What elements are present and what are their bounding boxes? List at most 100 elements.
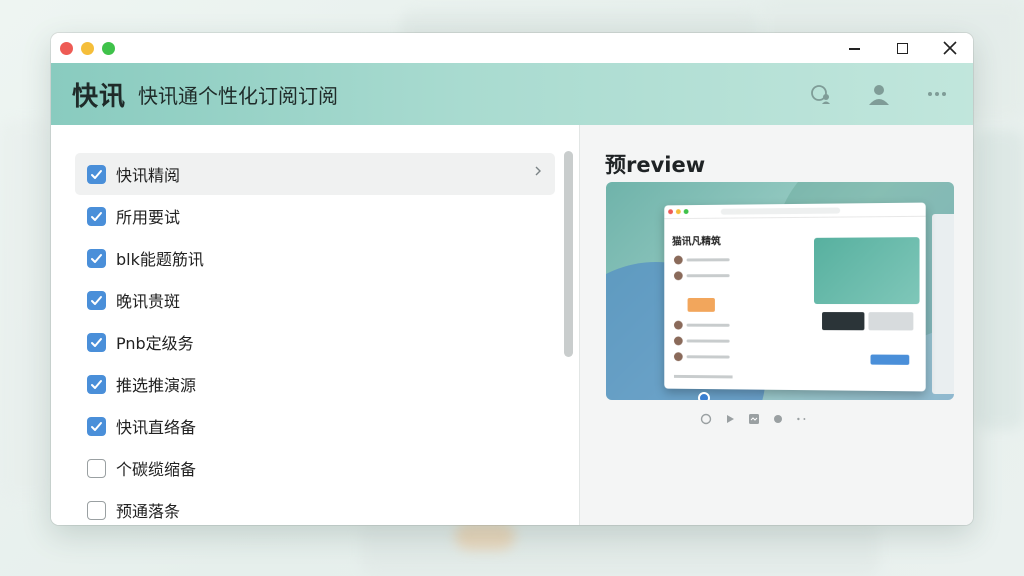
title-bar xyxy=(51,33,973,63)
mini-list-item xyxy=(673,320,733,330)
scrollbar-thumb[interactable] xyxy=(564,151,573,357)
mini-button xyxy=(870,354,910,365)
app-header: 快讯 快讯通个性化订阅订阅 xyxy=(51,63,973,125)
background-blur xyxy=(0,120,52,500)
mini-line xyxy=(673,374,733,379)
subscription-checkbox[interactable] xyxy=(87,206,106,226)
image-button[interactable] xyxy=(748,413,760,425)
image-icon xyxy=(749,414,759,424)
main-content: 快讯精阅所用要试 blk能题筋讯晚讯贵斑 Pnb定级务推选推演源快讯直络备个碳缆缩备… xyxy=(51,125,973,525)
mini-list-item xyxy=(673,335,733,345)
mini-list-item xyxy=(673,254,733,264)
subscription-checkbox[interactable] xyxy=(87,458,106,478)
heart-button[interactable] xyxy=(700,413,712,425)
minimize-button[interactable] xyxy=(843,37,865,59)
mini-card xyxy=(822,312,865,331)
chevron-right-icon xyxy=(533,165,543,181)
mini-dot xyxy=(683,209,689,215)
subscription-label: 快讯精阅 xyxy=(116,166,181,185)
subscription-row[interactable]: 个碳缆缩备 xyxy=(75,447,555,489)
user-button[interactable] xyxy=(867,82,891,106)
play-button[interactable] xyxy=(724,413,736,425)
subscription-checkbox[interactable] xyxy=(87,290,106,310)
subscription-row[interactable]: Pnb定级务 xyxy=(75,321,555,363)
mini-list-item xyxy=(673,351,733,361)
subscription-label: blk能题筋讯 xyxy=(116,250,204,269)
mini-line xyxy=(686,323,730,327)
subscription-list: 快讯精阅所用要试 blk能题筋讯晚讯贵斑 Pnb定级务推选推演源快讯直络备个碳缆缩备… xyxy=(75,153,555,525)
more-icon xyxy=(928,92,946,96)
subscription-label: 推选推演源 xyxy=(116,376,197,395)
background-blur xyxy=(455,522,515,550)
check-icon xyxy=(91,211,102,221)
subscription-row[interactable]: 推选推演源 xyxy=(75,363,555,405)
pin-icon xyxy=(698,392,710,400)
user-icon xyxy=(869,85,889,105)
mini-line xyxy=(686,338,730,343)
mini-dot xyxy=(668,209,673,215)
window-controls xyxy=(843,33,961,63)
subscription-row[interactable]: blk能题筋讯 xyxy=(75,237,555,279)
comment-button[interactable] xyxy=(772,413,784,425)
subscription-row[interactable]: 快讯精阅 xyxy=(75,153,555,195)
subscription-row[interactable]: 快讯直络备 xyxy=(75,405,555,447)
subscription-label: 快讯直络备 xyxy=(116,418,197,437)
mini-orange-tag xyxy=(687,297,715,312)
more-dots-button[interactable] xyxy=(796,413,808,425)
subscription-row[interactable]: 预通落条 xyxy=(75,489,555,525)
preview-title: 预review xyxy=(605,153,706,177)
subscription-checkbox[interactable] xyxy=(87,500,106,520)
mini-title: 猫讯凡精筑 xyxy=(672,236,721,248)
background-blur xyxy=(975,130,1024,430)
subscription-checkbox[interactable] xyxy=(87,416,106,436)
close-dot[interactable] xyxy=(60,41,73,55)
mini-title-bar xyxy=(664,202,926,220)
maximize-icon xyxy=(896,42,908,54)
header-actions xyxy=(809,63,949,125)
check-icon xyxy=(91,379,102,389)
subscription-row[interactable]: 所用要试 xyxy=(75,195,555,237)
close-button[interactable] xyxy=(939,37,961,59)
subscription-checkbox[interactable] xyxy=(87,248,106,268)
preview-side-panel xyxy=(932,214,954,394)
subscription-label: 个碳缆缩备 xyxy=(116,460,197,479)
mini-list-item xyxy=(673,270,733,280)
more-dots-icon xyxy=(797,417,806,421)
check-icon xyxy=(91,337,102,347)
play-icon xyxy=(727,415,734,423)
mini-line xyxy=(686,257,730,261)
subscription-checkbox[interactable] xyxy=(87,374,106,394)
subscription-list-panel: 快讯精阅所用要试 blk能题筋讯晚讯贵斑 Pnb定级务推选推演源快讯直络备个碳缆缩备… xyxy=(51,125,580,525)
check-icon xyxy=(91,295,102,305)
mini-line xyxy=(686,354,730,359)
subscription-label: 预通落条 xyxy=(116,502,181,521)
preview-panel: 预review 猫讯凡精筑 xyxy=(580,125,973,525)
subscription-checkbox[interactable] xyxy=(87,332,106,352)
mini-avatar xyxy=(673,270,683,280)
preview-mini-window: 猫讯凡精筑 xyxy=(664,202,926,392)
subscription-label: 所用要试 xyxy=(116,208,181,227)
mini-avatar xyxy=(673,320,683,330)
check-icon xyxy=(91,253,102,263)
minimize-dot[interactable] xyxy=(81,41,94,55)
page-subtitle: 快讯通个性化订阅订阅 xyxy=(138,83,339,108)
background-blur xyxy=(360,520,880,576)
mini-avatar xyxy=(673,351,683,361)
mini-avatar xyxy=(673,335,683,345)
close-icon xyxy=(943,41,957,55)
traffic-lights xyxy=(60,41,115,55)
mini-url-bar xyxy=(720,207,841,215)
check-icon xyxy=(91,421,102,431)
scrollbar[interactable] xyxy=(563,145,573,525)
mini-card xyxy=(814,237,920,305)
maximize-button[interactable] xyxy=(891,37,913,59)
comment-icon xyxy=(774,415,782,423)
preview-image[interactable]: 猫讯凡精筑 xyxy=(606,182,954,400)
subscription-row[interactable]: 晚讯贵斑 xyxy=(75,279,555,321)
zoom-dot[interactable] xyxy=(102,41,115,55)
mini-dot xyxy=(675,209,681,215)
search-user-button[interactable] xyxy=(809,82,833,106)
subscription-checkbox[interactable] xyxy=(87,164,106,184)
check-icon xyxy=(91,169,102,179)
more-button[interactable] xyxy=(925,82,949,106)
